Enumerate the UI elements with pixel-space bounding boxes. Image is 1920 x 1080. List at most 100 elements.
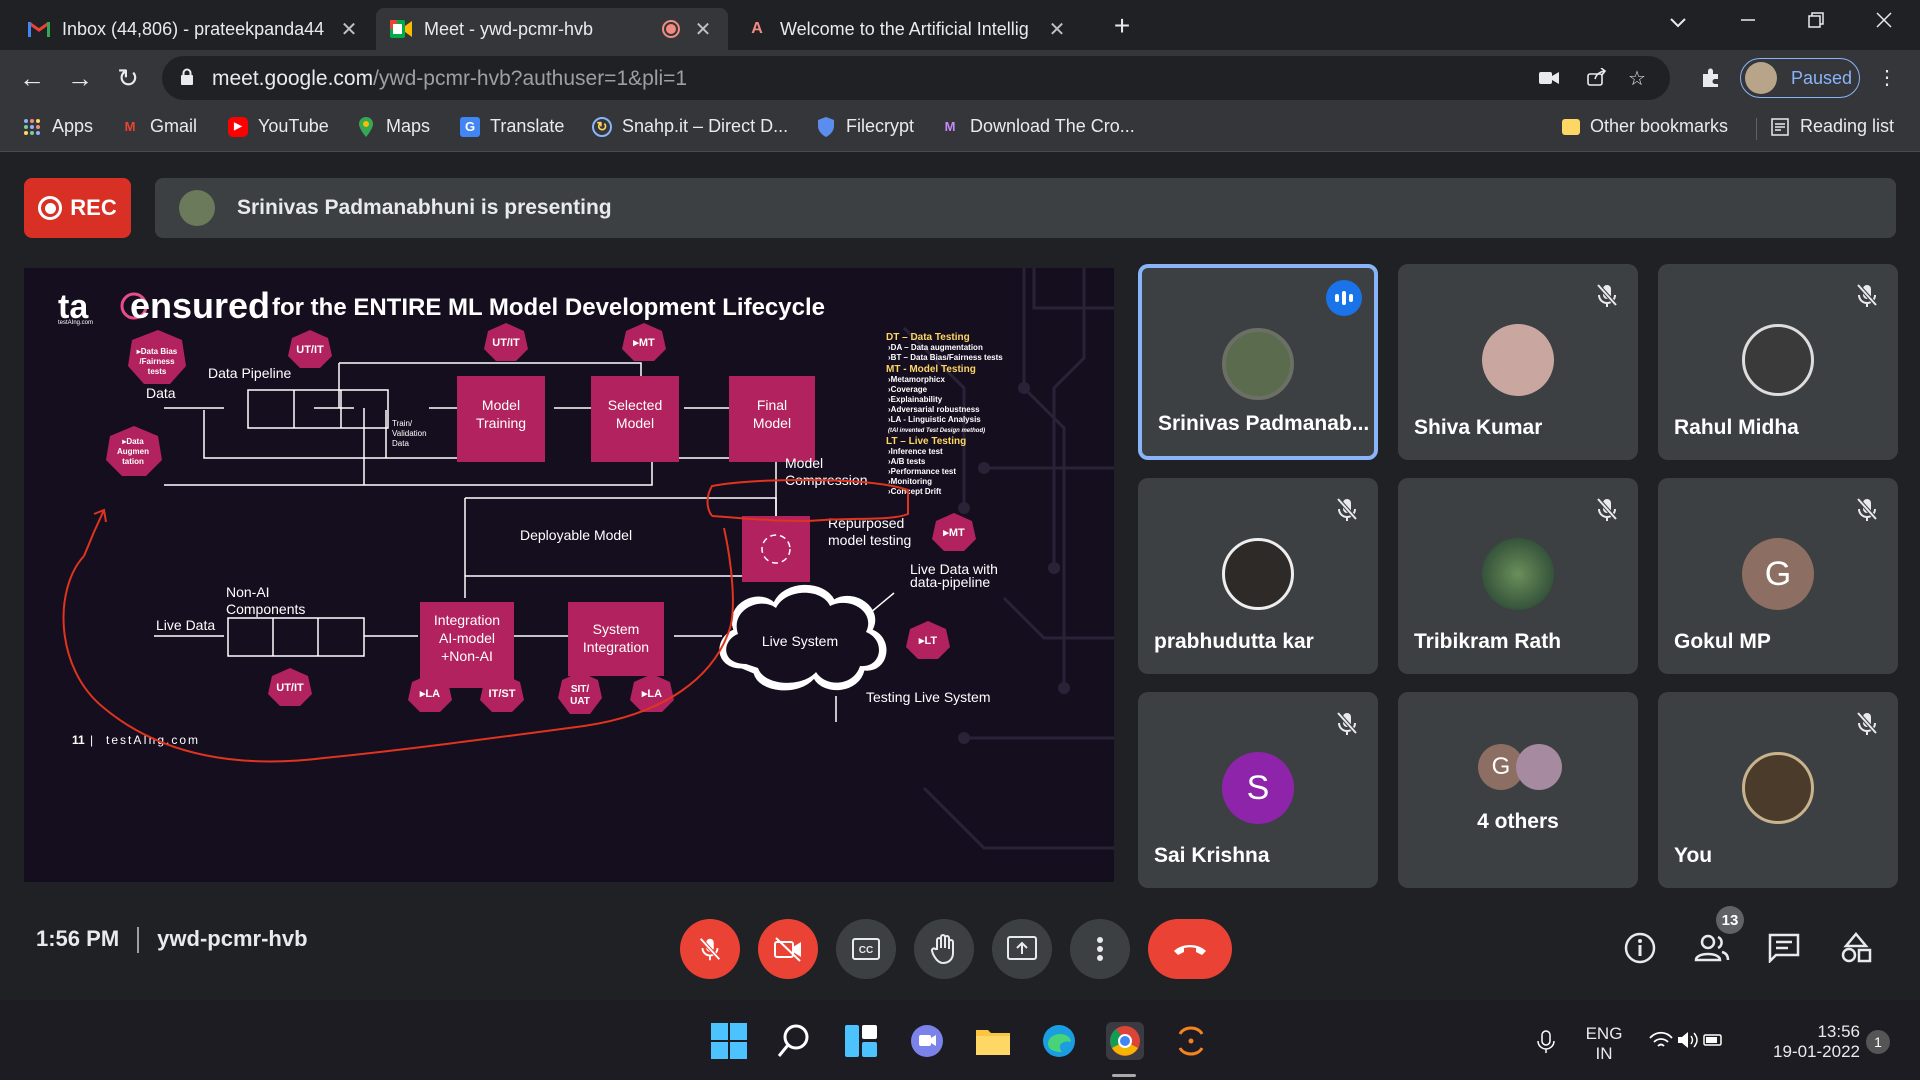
app-icon[interactable]	[1172, 1022, 1210, 1060]
recording-badge[interactable]: REC	[24, 178, 131, 238]
gmail-icon	[28, 18, 50, 40]
minimize-button[interactable]	[1728, 8, 1768, 40]
meeting-details-button[interactable]	[1620, 928, 1660, 968]
legend-line: ›Concept Drift	[888, 487, 942, 496]
profile-paused-button[interactable]: Paused	[1740, 58, 1860, 98]
active-app-indicator	[1112, 1074, 1136, 1077]
mic-toggle-button[interactable]	[680, 919, 740, 979]
other-bookmarks[interactable]: Other bookmarks	[1562, 116, 1728, 137]
participant-tile-shiva[interactable]: Shiva Kumar	[1398, 264, 1638, 460]
activities-button[interactable]	[1836, 928, 1876, 968]
bookmark-maps[interactable]: Maps	[356, 116, 430, 137]
participant-name: Gokul MP	[1674, 630, 1771, 653]
raise-hand-button[interactable]	[914, 919, 974, 979]
tab-meet[interactable]: Meet - ywd-pcmr-hvb ✕	[376, 8, 728, 50]
hang-up-icon	[1174, 945, 1206, 955]
slide-title-big: ensured	[130, 285, 270, 326]
participant-name: Srinivas Padmanab...	[1158, 412, 1370, 435]
more-vert-icon[interactable]: ⋮	[1876, 67, 1898, 89]
participant-name: Rahul Midha	[1674, 416, 1799, 439]
svg-text:CC: CC	[859, 945, 873, 956]
participant-tile-rahul[interactable]: Rahul Midha	[1658, 264, 1898, 460]
address-bar[interactable]: meet.google.com/ywd-pcmr-hvb?authuser=1&…	[162, 56, 1670, 100]
camera-toggle-button[interactable]	[758, 919, 818, 979]
windows-taskbar: ENG IN 13:56 19-01-2022 1	[0, 1000, 1920, 1080]
close-icon[interactable]: ✕	[338, 17, 360, 42]
profile-avatar	[1745, 62, 1777, 94]
legend-line: ›Adversarial robustness	[888, 405, 980, 414]
forward-button[interactable]: →	[62, 60, 98, 96]
legend-line: ›BT – Data Bias/Fairness tests	[888, 353, 1003, 362]
youtube-icon: ▶	[228, 116, 248, 137]
meet-icon	[390, 18, 412, 40]
notification-badge[interactable]: 1	[1866, 1030, 1890, 1054]
system-tray-icons[interactable]	[1648, 1028, 1724, 1052]
bookmark-gmail[interactable]: M Gmail	[120, 116, 197, 137]
tab-search-icon[interactable]	[1658, 8, 1698, 40]
participant-tile-tribikram[interactable]: Tribikram Rath	[1398, 478, 1638, 674]
avatar	[1222, 538, 1294, 610]
share-icon[interactable]	[1586, 67, 1608, 90]
participant-tile-gokul[interactable]: G Gokul MP	[1658, 478, 1898, 674]
meeting-code: ywd-pcmr-hvb	[157, 926, 308, 951]
tab-gmail[interactable]: Inbox (44,806) - prateekpanda44 ✕	[14, 8, 374, 50]
close-window-button[interactable]	[1864, 8, 1904, 40]
legend-line: MT - Model Testing	[886, 364, 976, 375]
participant-name: Sai Krishna	[1154, 844, 1270, 867]
taskbar-clock[interactable]: 13:56 19-01-2022	[1760, 1022, 1860, 1062]
chat-button[interactable]	[1764, 928, 1804, 968]
file-explorer-icon[interactable]	[974, 1022, 1012, 1060]
participant-name: prabhudutta kar	[1154, 630, 1314, 653]
captions-button[interactable]: CC	[836, 919, 896, 979]
svg-text:Non-AIComponents: Non-AI Components	[226, 584, 305, 617]
people-button[interactable]	[1692, 928, 1732, 968]
bookmark-snahp[interactable]: ↻ Snahp.it – Direct D...	[592, 116, 788, 137]
tab-ai[interactable]: A Welcome to the Artificial Intellig ✕	[732, 8, 1082, 50]
windows-start-icon[interactable]	[710, 1022, 748, 1060]
bookmark-youtube[interactable]: ▶ YouTube	[228, 116, 329, 137]
snahp-icon: ↻	[592, 116, 612, 137]
language-indicator[interactable]: ENG IN	[1584, 1024, 1624, 1064]
present-now-button[interactable]	[992, 919, 1052, 979]
slide-footer-sep: |	[90, 733, 93, 747]
camera-icon[interactable]	[1538, 68, 1560, 90]
participant-tile-prabhudutta[interactable]: prabhudutta kar	[1138, 478, 1378, 674]
avatar: S	[1222, 752, 1294, 824]
widgets-icon[interactable]	[842, 1022, 880, 1060]
participant-tile-others[interactable]: G 4 others	[1398, 692, 1638, 888]
meeting-info: 1:56 PM ywd-pcmr-hvb	[36, 926, 308, 954]
more-options-button[interactable]	[1070, 919, 1130, 979]
extensions-icon[interactable]	[1700, 67, 1722, 89]
close-icon[interactable]: ✕	[1046, 17, 1068, 42]
closed-captions-icon: CC	[852, 938, 880, 960]
reload-button[interactable]: ↻	[110, 60, 146, 96]
microphone-icon[interactable]	[1536, 1030, 1556, 1054]
participant-tile-sai[interactable]: S Sai Krishna	[1138, 692, 1378, 888]
edge-icon[interactable]	[1040, 1022, 1078, 1060]
legend-line: LT – Live Testing	[886, 436, 966, 447]
bookmark-translate[interactable]: G Translate	[460, 116, 564, 137]
svg-text:IT/ST: IT/ST	[489, 688, 516, 700]
teams-chat-icon[interactable]	[908, 1022, 946, 1060]
search-icon[interactable]	[776, 1022, 814, 1060]
legend-line: ›A/B tests	[888, 457, 926, 466]
close-icon[interactable]: ✕	[692, 17, 714, 42]
participant-tile-srinivas[interactable]: Srinivas Padmanab...	[1138, 264, 1378, 460]
bookmark-apps[interactable]: Apps	[22, 116, 93, 137]
chrome-icon[interactable]	[1106, 1022, 1144, 1060]
svg-text:ModelCompression: Model Compression	[785, 455, 867, 488]
star-icon[interactable]: ☆	[1626, 68, 1648, 90]
bookmark-filecrypt[interactable]: Filecrypt	[816, 116, 914, 137]
legend-line: ›Performance test	[888, 467, 956, 476]
bookmark-download[interactable]: M Download The Cro...	[940, 116, 1135, 137]
svg-text:UT/IT: UT/IT	[492, 337, 520, 349]
reading-list[interactable]: Reading list	[1770, 116, 1894, 137]
new-tab-button[interactable]: +	[1102, 10, 1142, 42]
svg-text:UT/IT: UT/IT	[276, 682, 304, 694]
participant-tile-you[interactable]: You	[1658, 692, 1898, 888]
legend-line: DT – Data Testing	[886, 332, 970, 343]
present-screen-icon	[1007, 936, 1037, 960]
restore-button[interactable]	[1796, 8, 1836, 40]
leave-call-button[interactable]	[1148, 919, 1232, 979]
back-button[interactable]: ←	[14, 60, 50, 96]
